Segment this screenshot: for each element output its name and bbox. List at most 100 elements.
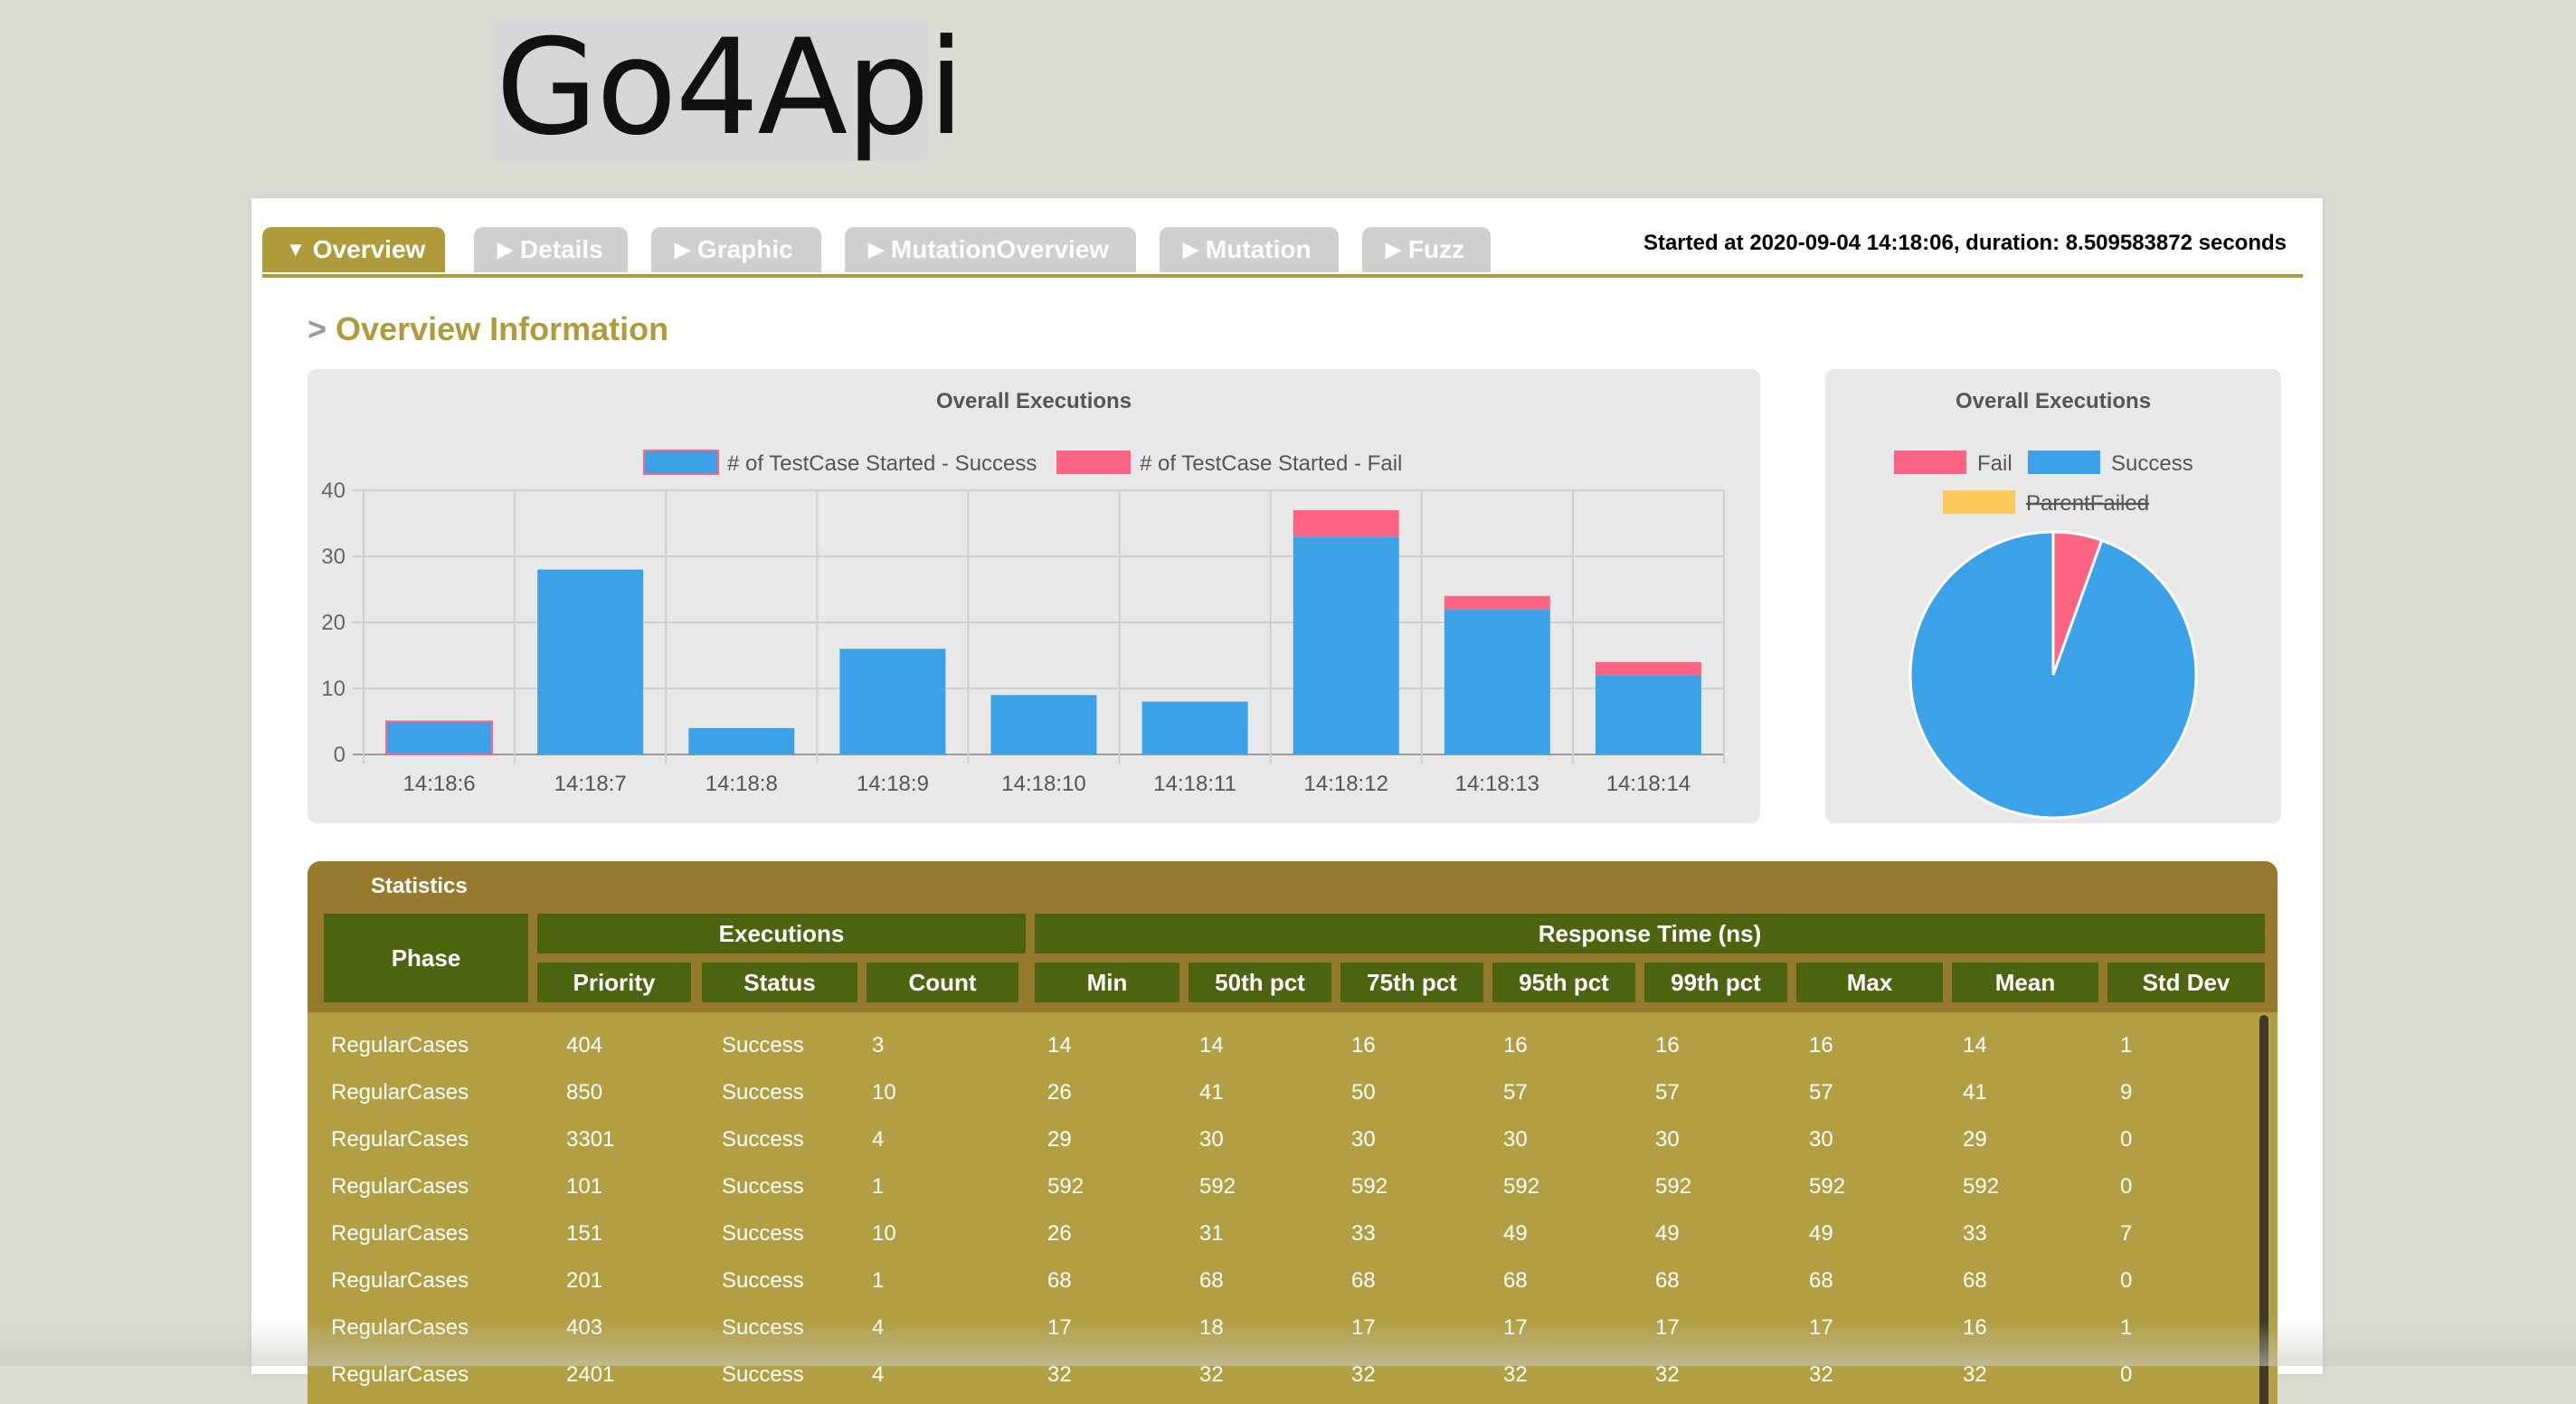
y-tick-label: 30 xyxy=(321,545,346,569)
table-cell: 26 xyxy=(1047,1080,1072,1105)
bar-success xyxy=(1595,675,1701,754)
table-cell: 31 xyxy=(1199,1221,1224,1246)
bar-fail xyxy=(1595,661,1701,676)
bar-chart-panel: Overall Executions # of TestCase Started… xyxy=(308,369,1760,823)
triangle-right-icon: ▶ xyxy=(868,238,884,261)
column-header-75th-pct[interactable]: 75th pct xyxy=(1340,963,1483,1002)
statistics-title: Statistics xyxy=(371,874,468,898)
table-cell: 30 xyxy=(1655,1127,1680,1152)
column-header-max[interactable]: Max xyxy=(1796,963,1943,1002)
table-cell: 49 xyxy=(1503,1221,1528,1246)
triangle-down-icon: ▼ xyxy=(286,238,306,261)
bottom-shadow xyxy=(0,1321,2576,1366)
column-header-status[interactable]: Status xyxy=(702,963,857,1002)
column-header-std-dev[interactable]: Std Dev xyxy=(2107,963,2265,1002)
table-cell: Success xyxy=(722,1080,804,1105)
table-cell: 68 xyxy=(1503,1268,1528,1293)
triangle-right-icon: ▶ xyxy=(675,238,690,261)
tab-details-label: Details xyxy=(519,235,603,263)
bar-success xyxy=(990,695,1097,754)
table-cell: 68 xyxy=(1655,1268,1680,1293)
table-cell: 0 xyxy=(2120,1174,2133,1199)
x-tick-label: 14:18:10 xyxy=(1001,772,1085,796)
table-cell: 49 xyxy=(1809,1221,1833,1246)
section-title: > Overview Information xyxy=(308,310,668,348)
legend-label: ParentFailed xyxy=(2026,491,2149,516)
y-tick-label: 40 xyxy=(321,479,346,503)
table-cell: 16 xyxy=(1655,1033,1680,1058)
legend-label: Success xyxy=(2111,451,2193,476)
table-row: RegularCases 3301 Success 4 29 30 30 30 30 30 29 0 xyxy=(308,1116,2278,1163)
bar-chart: # of TestCase Started - Success # of Test… xyxy=(321,450,1725,796)
tab-mutation[interactable]: ▶ Mutation xyxy=(1160,227,1339,272)
bar-fail xyxy=(1444,595,1550,610)
table-cell: 68 xyxy=(1809,1268,1833,1293)
tab-mutation-overview[interactable]: ▶ MutationOverview xyxy=(845,227,1136,272)
table-cell: 33 xyxy=(1351,1221,1376,1246)
table-cell: 10 xyxy=(872,1221,896,1246)
table-cell: 50 xyxy=(1351,1080,1376,1105)
tab-overview-label: Overview xyxy=(312,235,426,263)
bar-success xyxy=(839,649,946,754)
report-panel: ▼ Overview ▶ Details ▶ Graphic ▶ MutationOve… xyxy=(251,198,2323,1404)
header-phase[interactable]: Phase xyxy=(324,914,528,1002)
triangle-right-icon: ▶ xyxy=(1183,238,1198,261)
column-header-99th-pct[interactable]: 99th pct xyxy=(1644,963,1787,1002)
tab-fuzz-label: Fuzz xyxy=(1407,235,1465,263)
table-cell: 26 xyxy=(1047,1221,1072,1246)
logo-text: Go4Api xyxy=(496,11,964,165)
tab-fuzz[interactable]: ▶ Fuzz xyxy=(1362,227,1491,272)
table-cell: 14 xyxy=(1963,1033,1987,1058)
legend-swatch xyxy=(1894,451,1966,474)
table-cell: RegularCases xyxy=(331,1174,469,1199)
table-cell: 49 xyxy=(1655,1221,1680,1246)
table-cell: 1 xyxy=(872,1268,885,1293)
table-cell: 151 xyxy=(566,1221,603,1246)
x-tick-label: 14:18:13 xyxy=(1455,772,1539,796)
legend-label: # of TestCase Started - Success xyxy=(727,451,1037,476)
table-cell: Success xyxy=(722,1033,804,1058)
table-cell: 10 xyxy=(872,1080,896,1105)
tab-overview[interactable]: ▼ Overview xyxy=(262,227,445,272)
table-cell: 41 xyxy=(1963,1080,1987,1105)
column-header-priority[interactable]: Priority xyxy=(537,963,691,1002)
column-header-95th-pct[interactable]: 95th pct xyxy=(1492,963,1635,1002)
bar-fail xyxy=(1293,509,1399,537)
table-cell: 592 xyxy=(1047,1174,1084,1199)
header-response-time: Response Time (ns) xyxy=(1035,914,2265,953)
table-cell: 30 xyxy=(1351,1127,1376,1152)
tab-details[interactable]: ▶ Details xyxy=(474,227,628,272)
table-cell: 592 xyxy=(1351,1174,1388,1199)
table-cell: 30 xyxy=(1809,1127,1833,1152)
bar-success xyxy=(385,720,494,755)
table-cell: 1 xyxy=(2120,1033,2133,1058)
legend-swatch xyxy=(2028,451,2100,474)
column-header-count[interactable]: Count xyxy=(867,963,1018,1002)
table-cell: 592 xyxy=(1503,1174,1540,1199)
table-cell: Success xyxy=(722,1174,804,1199)
table-cell: 3301 xyxy=(566,1127,615,1152)
table-cell: Success xyxy=(722,1127,804,1152)
legend-swatch xyxy=(1056,451,1131,474)
table-cell: Success xyxy=(722,1221,804,1246)
column-header-50th-pct[interactable]: 50th pct xyxy=(1189,963,1331,1002)
tab-mutation-label: Mutation xyxy=(1205,235,1312,263)
tab-mutation-overview-label: MutationOverview xyxy=(890,235,1110,263)
table-cell: 4 xyxy=(872,1127,885,1152)
table-cell: 0 xyxy=(2120,1127,2133,1152)
table-cell: RegularCases xyxy=(331,1033,469,1058)
tab-graphic[interactable]: ▶ Graphic xyxy=(651,227,821,272)
statistics-header: Statistics Phase Executions Response Tim… xyxy=(308,861,2278,1012)
legend-swatch xyxy=(643,450,719,475)
table-cell: 404 xyxy=(566,1033,603,1058)
bar-success xyxy=(1141,701,1248,754)
table-cell: RegularCases xyxy=(331,1268,469,1293)
table-cell: 101 xyxy=(566,1174,603,1199)
column-header-min[interactable]: Min xyxy=(1035,963,1179,1002)
table-cell: Success xyxy=(722,1268,804,1293)
column-header-mean[interactable]: Mean xyxy=(1952,963,2098,1002)
table-cell: 68 xyxy=(1351,1268,1376,1293)
table-cell: 1 xyxy=(872,1174,885,1199)
tab-graphic-label: Graphic xyxy=(696,235,793,263)
table-cell: 41 xyxy=(1199,1080,1224,1105)
